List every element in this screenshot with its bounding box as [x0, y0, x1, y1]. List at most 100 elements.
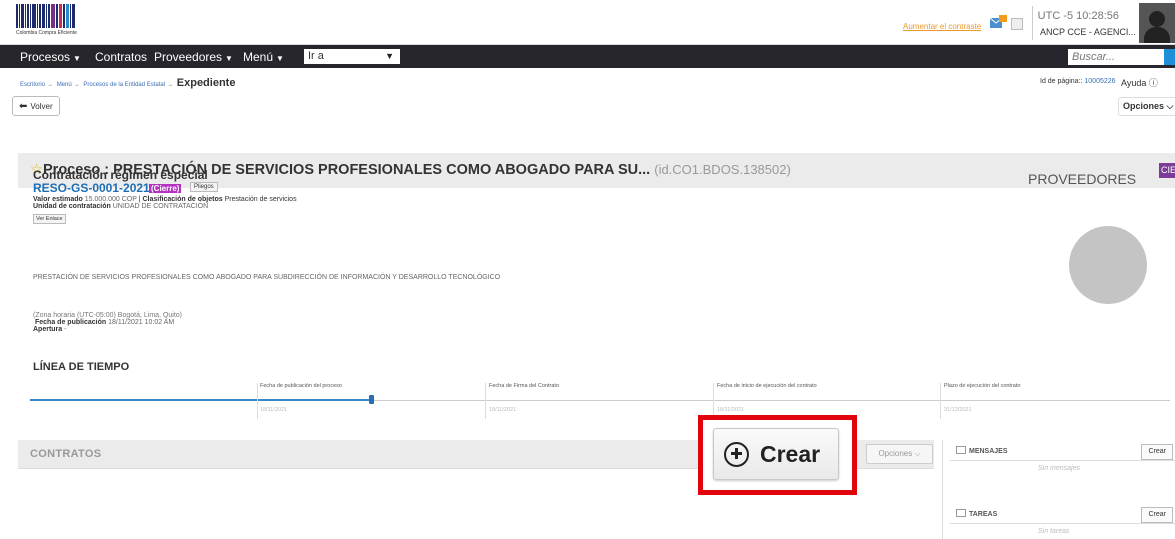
chevron-down-icon: ⌵ — [1166, 101, 1174, 111]
user-avatar[interactable] — [1139, 3, 1175, 43]
header-divider — [1032, 6, 1033, 40]
tareas-crear-button[interactable]: Crear — [1141, 507, 1173, 523]
process-description: PRESTACIÓN DE SERVICIOS PROFESIONALES CO… — [33, 274, 501, 281]
timeline-step-date: 18/11/2021 — [260, 407, 288, 413]
timeline-step-date: 31/12/2021 — [944, 407, 972, 413]
clasificacion-value: Prestación de servicios — [224, 196, 297, 203]
pliegos-button[interactable]: Pliegos — [190, 182, 218, 192]
task-icon — [956, 509, 966, 517]
nav-menu-label: Menú — [243, 50, 274, 64]
nav-procesos[interactable]: Procesos ▼ — [20, 50, 81, 64]
apertura-label: Apertura — [33, 326, 63, 333]
arrow-left-circle-icon: ⬅ — [19, 100, 28, 112]
nav-proveedores[interactable]: Proveedores ▼ — [154, 50, 233, 64]
ir-a-select[interactable]: Ir a ▼ — [304, 49, 400, 64]
timezone-text: (Zona horaria (UTC-05:00) Bogotá, Lima, … — [33, 312, 183, 319]
timeline-separator — [940, 383, 941, 419]
search-icon[interactable] — [1164, 49, 1175, 65]
chevron-down-icon: ▼ — [276, 54, 284, 63]
clock-display: UTC -5 10:28:56 — [1037, 10, 1119, 22]
user-selector[interactable]: ANCP CCE - AGENCI... ▼ — [1040, 27, 1146, 37]
contratos-opciones-label: Opciones — [878, 449, 913, 458]
chevron-down-icon: ⌵ — [914, 449, 921, 458]
ver-enlace-button[interactable]: Ver Enlace — [33, 214, 66, 224]
apertura: Apertura - — [33, 326, 66, 333]
status-badge: CIERRE — [1159, 163, 1175, 178]
proveedor-avatar — [1069, 226, 1147, 304]
main-nav: Procesos ▼ Contratos Proveedores ▼ Menú ▼ I… — [0, 45, 1175, 68]
clasificacion-label: Clasificación de objetos — [142, 196, 223, 203]
nav-procesos-label: Procesos — [20, 50, 71, 64]
contratos-title: CONTRATOS — [30, 448, 102, 460]
right-panel-divider — [942, 440, 943, 539]
breadcrumb-escritorio[interactable]: Escritorio — [20, 82, 45, 88]
fecha-pub-value: 18/11/2021 10:02 AM — [108, 319, 175, 326]
nav-menu[interactable]: Menú ▼ — [243, 50, 284, 64]
top-header: Colombia Compra Eficiente Aumentar el co… — [0, 0, 1175, 45]
timeline-step-label: Fecha de Firma del Contrato — [489, 383, 560, 389]
volver-button[interactable]: ⬅ Volver — [12, 96, 60, 116]
contrast-link[interactable]: Aumentar el contraste — [903, 22, 981, 31]
tareas-title: TAREAS — [956, 509, 997, 518]
arrow-right-icon: → — [47, 82, 54, 88]
page-id-value: 10005226 — [1084, 78, 1116, 85]
tareas-header: TAREAS Crear — [950, 504, 1175, 524]
logo-caption: Colombia Compra Eficiente — [16, 30, 77, 36]
envelope-icon — [956, 446, 966, 454]
mensajes-header: MENSAJES Crear — [950, 441, 1175, 461]
volver-label: Volver — [30, 101, 53, 111]
user-name: ANCP CCE - AGENCI... — [1040, 27, 1136, 37]
chevron-down-icon: ▼ — [225, 54, 233, 63]
timeline-step-label: Plazo de ejecución del contrato — [944, 383, 1021, 389]
mensajes-empty: Sin mensajes — [1038, 465, 1081, 472]
timeline-separator — [485, 383, 486, 419]
timeline-separator — [257, 383, 258, 419]
timeline-step-date: 18/11/2021 — [717, 407, 745, 413]
search-input[interactable] — [1068, 49, 1164, 65]
valor-line: Valor estimado 15.000.000 COP | Clasific… — [33, 196, 297, 203]
timeline-title: LÍNEA DE TIEMPO — [33, 361, 130, 373]
notifications-icon[interactable] — [989, 15, 1007, 29]
tareas-title-text: TAREAS — [969, 511, 998, 518]
unidad-line: Unidad de contratación UNIDAD DE CONTRAT… — [33, 203, 208, 210]
plus-circle-icon — [724, 441, 749, 467]
valor-label: Valor estimado — [33, 196, 83, 203]
unidad-value: UNIDAD DE CONTRATACIÓN — [112, 203, 209, 210]
help-label: Ayuda — [1121, 78, 1147, 88]
timeline-step-label: Fecha de inicio de ejecución del contrat… — [717, 383, 817, 389]
crear-contrato-button[interactable]: Crear — [713, 428, 839, 480]
mensajes-crear-button[interactable]: Crear — [1141, 444, 1173, 460]
process-code-link[interactable]: RESO-GS-0001-2021 — [33, 181, 150, 195]
contratos-opciones-button[interactable]: Opciones ⌵ — [866, 444, 933, 464]
process-code-status: (Cierre) — [149, 184, 182, 193]
opciones-menu-button[interactable]: Opciones ⌵ — [1118, 97, 1175, 116]
nav-proveedores-label: Proveedores — [154, 50, 223, 64]
opciones-label: Opciones — [1123, 101, 1165, 111]
timeline-step-date: 18/11/2021 — [489, 407, 517, 413]
nav-contratos[interactable]: Contratos — [95, 50, 147, 64]
breadcrumb: Escritorio → Menú → Procesos de la Entidad… — [20, 77, 235, 89]
document-icon[interactable] — [1011, 18, 1023, 30]
process-id: (id.CO1.BDOS.138502) — [654, 162, 791, 177]
proveedores-title: PROVEEDORES — [1028, 171, 1137, 187]
logo-barcode-icon — [16, 4, 116, 28]
timeline-marker — [369, 395, 374, 404]
colombia-compra-logo[interactable]: Colombia Compra Eficiente — [16, 4, 116, 40]
help-circle-icon: ⓘ — [1148, 78, 1158, 88]
mensajes-title: MENSAJES — [956, 446, 1008, 455]
apertura-value: - — [64, 326, 67, 333]
fecha-publicacion: Fecha de publicación 18/11/2021 10:02 AM — [35, 319, 174, 326]
mensajes-title-text: MENSAJES — [969, 448, 1008, 455]
chevron-down-icon: ▼ — [73, 54, 81, 63]
ir-a-label: Ir a — [308, 50, 324, 62]
crear-label: Crear — [760, 440, 821, 467]
breadcrumb-current: Expediente — [176, 77, 236, 89]
breadcrumb-menu[interactable]: Menú — [57, 82, 72, 88]
page-id-label: Id de página:: — [1040, 78, 1083, 85]
arrow-right-icon: → — [167, 82, 174, 88]
arrow-right-icon: → — [73, 82, 80, 88]
page-id: Id de página:: 10005226 — [1040, 78, 1116, 85]
breadcrumb-procesos[interactable]: Procesos de la Entidad Estatal — [83, 82, 165, 88]
help-link[interactable]: Ayuda ⓘ — [1121, 76, 1158, 89]
nav-contratos-label: Contratos — [95, 50, 148, 64]
